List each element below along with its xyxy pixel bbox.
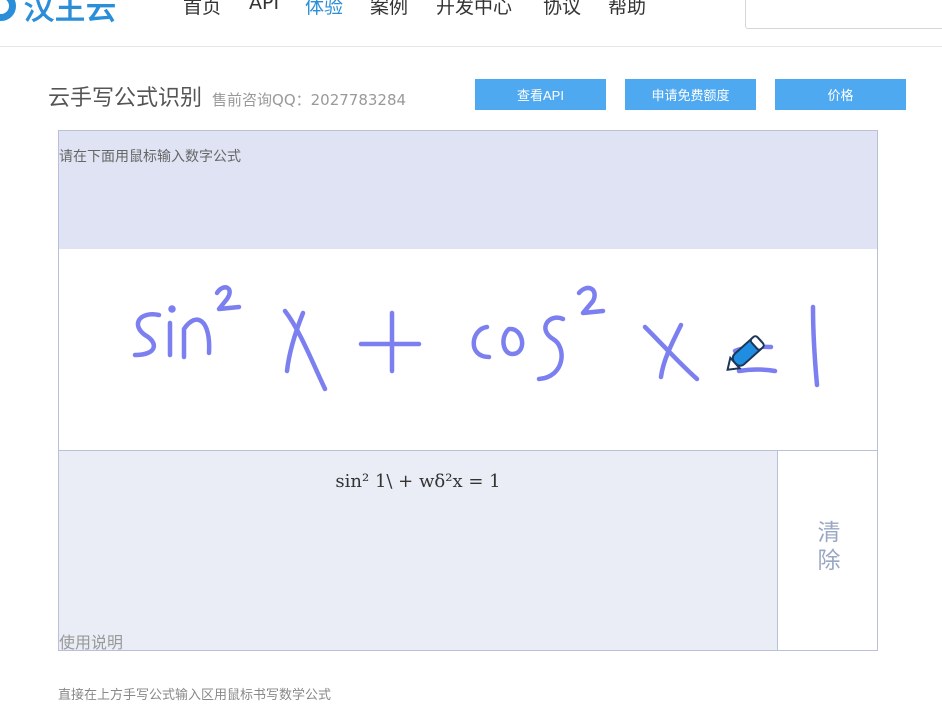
- clear-button[interactable]: 清除: [777, 450, 878, 651]
- handwriting-canvas[interactable]: [58, 249, 878, 451]
- top-navigation: 汉王云 首页 API 体验 案例 开发中心 协议 帮助: [0, 0, 942, 47]
- recognized-formula: sin² 1\ + wδ²x = 1: [335, 471, 501, 492]
- nav-item-demo[interactable]: 体验: [305, 0, 343, 19]
- usage-title: 使用说明: [59, 633, 124, 652]
- logo-text: 汉王云: [24, 0, 117, 27]
- input-hint: 请在下面用鼠标输入数字公式: [59, 149, 241, 165]
- recognition-result-panel: sin² 1\ + wδ²x = 1 使用说明: [58, 450, 778, 652]
- price-button[interactable]: 价格: [775, 79, 906, 110]
- nav-item-help[interactable]: 帮助: [608, 0, 646, 19]
- free-quota-button[interactable]: 申请免费额度: [625, 79, 756, 110]
- logo[interactable]: 汉王云: [0, 0, 117, 28]
- nav-item-cases[interactable]: 案例: [370, 0, 408, 19]
- nav-item-agreement[interactable]: 协议: [543, 0, 581, 19]
- view-api-button[interactable]: 查看API: [475, 79, 606, 110]
- search-input[interactable]: [745, 0, 942, 29]
- usage-description: 直接在上方手写公式输入区用鼠标书写数学公式: [58, 688, 332, 703]
- title-row: 云手写公式识别 售前咨询QQ：2027783284: [48, 80, 406, 112]
- nav-item-home[interactable]: 首页: [183, 0, 221, 19]
- clear-label: 清除: [817, 520, 841, 574]
- logo-icon: [0, 0, 16, 21]
- presales-contact: 售前咨询QQ：2027783284: [212, 91, 407, 109]
- page-title: 云手写公式识别: [48, 86, 203, 111]
- handwriting-strokes: [132, 285, 820, 392]
- nav-item-dev-center[interactable]: 开发中心: [436, 0, 512, 19]
- input-hint-panel: 请在下面用鼠标输入数字公式: [58, 130, 878, 250]
- nav-item-api[interactable]: API: [249, 0, 279, 14]
